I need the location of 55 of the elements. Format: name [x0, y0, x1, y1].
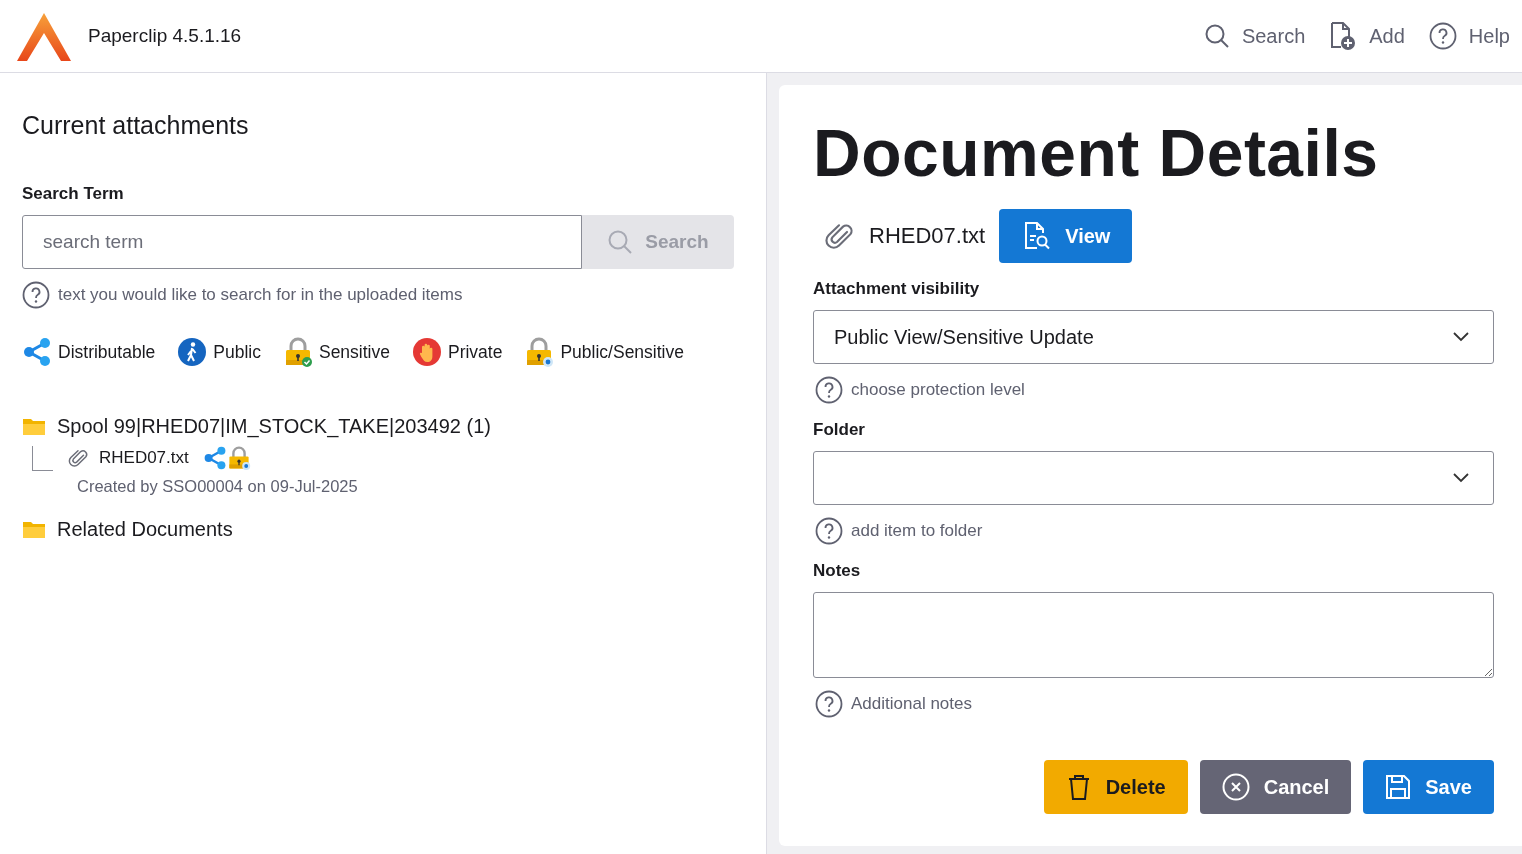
page-title: Document Details: [813, 115, 1380, 191]
folder-icon: [22, 519, 46, 540]
chevron-down-icon: [1453, 332, 1469, 342]
search-icon: [1203, 23, 1230, 49]
help-icon: [22, 281, 50, 309]
app-logo: [17, 11, 72, 61]
dropdown[interactable]: [813, 451, 1494, 505]
view-button[interactable]: View: [999, 209, 1133, 263]
legend-label: Sensitive: [318, 341, 390, 363]
walking-person-icon: [177, 337, 208, 367]
dropdown[interactable]: Public View/Sensitive Update: [813, 310, 1494, 364]
delete-button[interactable]: Delete: [1043, 760, 1188, 814]
hint-text: Additional notes: [851, 694, 972, 714]
chevron-down-icon: [1453, 473, 1469, 483]
help-icon: [815, 690, 843, 718]
lock-eye-icon: [524, 337, 555, 367]
field-label: Attachment visibility: [813, 279, 981, 299]
help-icon: [1428, 22, 1457, 50]
tree-connector: [32, 446, 53, 471]
help-icon: [815, 376, 843, 404]
hand-icon: [411, 337, 442, 367]
nav-link[interactable]: Add: [1329, 17, 1405, 55]
legend-label: Distributable: [58, 341, 156, 363]
legend-label: Public: [213, 341, 261, 363]
nav-link[interactable]: Search: [1203, 19, 1306, 53]
folder-icon: [22, 416, 46, 437]
hint-text: choose protection level: [851, 380, 1025, 400]
file-name[interactable]: RHED07.txt: [99, 448, 189, 468]
legend-label: Public/Sensitive: [560, 341, 684, 363]
share-icon: [202, 446, 227, 470]
file-add-icon: [1329, 21, 1358, 51]
lock-eye-icon: [226, 446, 251, 470]
notes-field[interactable]: [813, 592, 1494, 678]
field-label: Search Term: [22, 184, 125, 204]
document-search-icon: [1023, 221, 1052, 251]
file-name: RHED07.txt: [869, 223, 986, 249]
nav-link[interactable]: Help: [1428, 18, 1510, 54]
field-label: Notes: [813, 561, 862, 581]
share-icon: [22, 337, 52, 367]
search-field[interactable]: search term: [22, 215, 582, 269]
close-icon: [1221, 773, 1250, 801]
paperclip-icon: [67, 447, 89, 469]
legend-label: Private: [447, 341, 503, 363]
file-meta: Created by SSO00004 on 09-Jul-2025: [77, 477, 358, 496]
folder-label[interactable]: Spool 99|RHED07|IM_STOCK_TAKE|203492 (1): [57, 415, 491, 438]
hint-text: add item to folder: [851, 521, 983, 541]
save-button[interactable]: Save: [1363, 760, 1494, 814]
folder-label[interactable]: Related Documents: [57, 518, 233, 541]
field-label: Folder: [813, 420, 866, 440]
help-icon: [815, 517, 843, 545]
cancel-button[interactable]: Cancel: [1199, 760, 1352, 814]
section-title: Current attachments: [22, 111, 250, 140]
app-title: Paperclip 4.5.1.16: [88, 25, 242, 47]
search-icon: [607, 229, 634, 255]
hint-text: text you would like to search for in the uploaded items: [58, 285, 463, 305]
